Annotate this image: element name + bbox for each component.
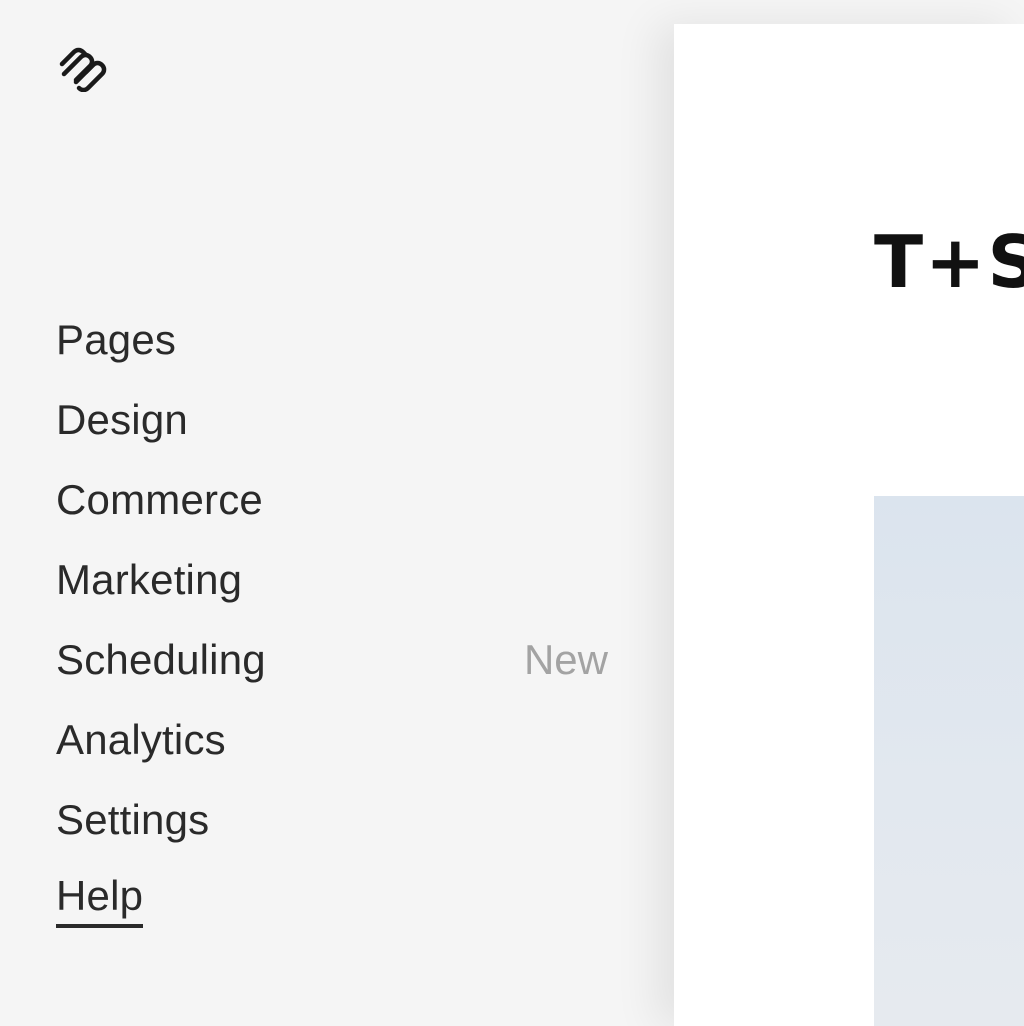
- nav-item-label: Help: [56, 872, 144, 928]
- nav-item-label: Marketing: [56, 556, 243, 603]
- nav-item-pages[interactable]: Pages: [56, 300, 616, 380]
- nav-item-label: Pages: [56, 316, 177, 363]
- nav-item-label: Design: [56, 396, 188, 443]
- hero-image: [874, 496, 1024, 1026]
- squarespace-logo-icon[interactable]: [56, 44, 112, 93]
- site-preview[interactable]: T+S: [674, 24, 1024, 1026]
- nav-item-commerce[interactable]: Commerce: [56, 460, 616, 540]
- nav-item-label: Analytics: [56, 716, 226, 763]
- nav-item-settings[interactable]: Settings: [56, 780, 616, 860]
- nav-item-design[interactable]: Design: [56, 380, 616, 460]
- nav-item-help[interactable]: Help: [56, 860, 616, 940]
- nav-item-scheduling[interactable]: Scheduling New: [56, 620, 616, 700]
- main-nav: Pages Design Commerce Marketing Scheduli…: [56, 300, 616, 940]
- sidebar: Pages Design Commerce Marketing Scheduli…: [0, 0, 674, 1026]
- new-badge: New: [523, 636, 608, 683]
- site-title: T+S: [874, 220, 1024, 304]
- nav-item-label: Scheduling: [56, 636, 266, 683]
- nav-item-marketing[interactable]: Marketing: [56, 540, 616, 620]
- nav-item-label: Commerce: [56, 476, 263, 523]
- nav-item-analytics[interactable]: Analytics: [56, 700, 616, 780]
- nav-item-label: Settings: [56, 796, 210, 843]
